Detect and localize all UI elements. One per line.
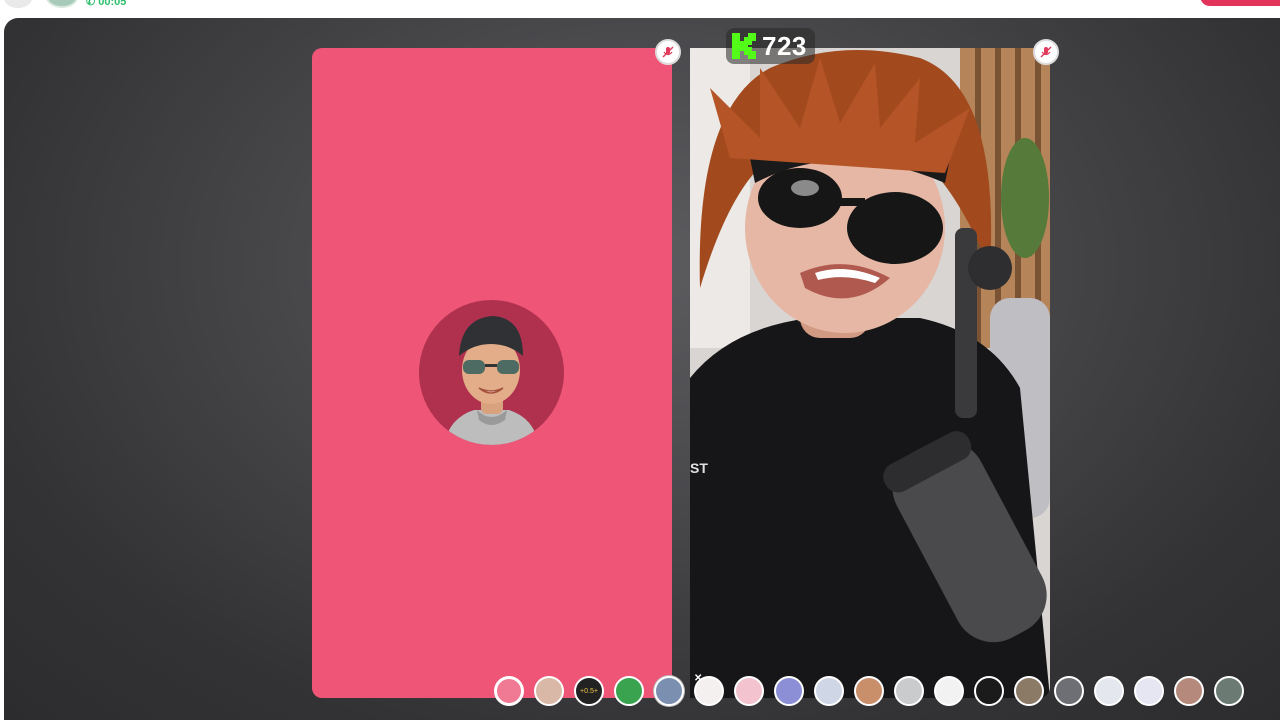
- close-filter-icon[interactable]: ✕: [694, 673, 702, 684]
- sparkle-filter[interactable]: [774, 676, 804, 706]
- zombie-filter[interactable]: [1214, 676, 1244, 706]
- demon-filter[interactable]: [974, 676, 1004, 706]
- speed-filter[interactable]: +0.5+: [574, 676, 604, 706]
- memoji-avatar: [419, 300, 564, 445]
- mic-muted-icon: [662, 46, 674, 58]
- monster-filter[interactable]: [654, 676, 684, 706]
- avatar[interactable]: [46, 0, 78, 8]
- alien-filter[interactable]: [614, 676, 644, 706]
- none-filter[interactable]: [494, 676, 524, 706]
- score-badge: 723: [726, 28, 815, 64]
- back-button[interactable]: [4, 0, 32, 8]
- stars-filter[interactable]: [1134, 676, 1164, 706]
- call-timer-text: 00:05: [98, 0, 127, 8]
- end-call-button[interactable]: [1200, 0, 1280, 6]
- mic-muted-icon: [1040, 46, 1052, 58]
- remote-mic-muted-badge[interactable]: [1033, 39, 1059, 65]
- memoji-image: [444, 316, 539, 445]
- robot-filter[interactable]: [1094, 676, 1124, 706]
- top-bar: ✆ 00:05: [0, 0, 1280, 20]
- score-value: 723: [762, 30, 807, 61]
- beard-filter[interactable]: [534, 676, 564, 706]
- remote-video-tile: ST: [690, 48, 1050, 698]
- local-mic-muted-badge[interactable]: [655, 39, 681, 65]
- man-face-filter[interactable]: [854, 676, 884, 706]
- remote-video-feed: ST: [690, 48, 1050, 698]
- call-timer: ✆ 00:05: [86, 0, 126, 8]
- blush-filter[interactable]: [734, 676, 764, 706]
- speed-filter-label: +0.5+: [580, 687, 598, 695]
- skin-filter[interactable]: [1174, 676, 1204, 706]
- kick-logo-icon: [732, 33, 756, 59]
- svg-text:ST: ST: [690, 460, 708, 476]
- panda-filter[interactable]: [934, 676, 964, 706]
- sad-face-filter[interactable]: [894, 676, 924, 706]
- sunglasses-filter[interactable]: [1054, 676, 1084, 706]
- phone-icon: ✆: [86, 0, 96, 8]
- filter-strip: +0.5+: [494, 675, 1244, 707]
- donkey-filter[interactable]: [1014, 676, 1044, 706]
- pale-face-filter[interactable]: [814, 676, 844, 706]
